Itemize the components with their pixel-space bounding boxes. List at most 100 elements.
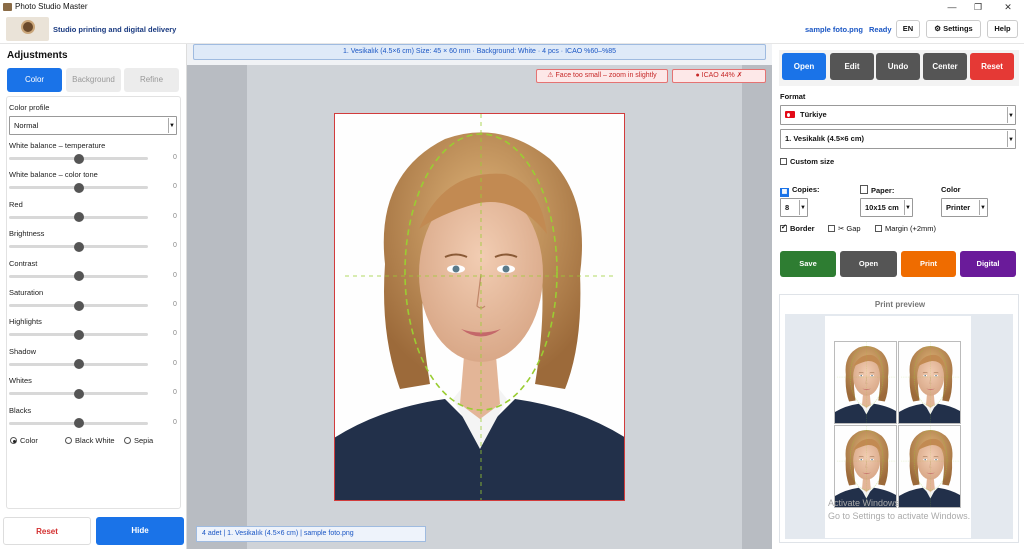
slider-thumb[interactable]	[74, 388, 84, 399]
undo-button[interactable]: Undo	[876, 53, 920, 80]
save-button[interactable]: Save	[780, 251, 836, 277]
radio-icon	[65, 437, 72, 444]
custom-size-label: Custom size	[790, 157, 835, 166]
tab-color[interactable]: Color	[7, 68, 62, 92]
open-button[interactable]: Open	[782, 53, 826, 80]
mode-sepia-label: Sepia	[134, 436, 154, 445]
hide-button[interactable]: Hide	[96, 517, 184, 545]
slider-label: Red	[9, 199, 23, 209]
format-select[interactable]: 1. Vesikalık (4.5×6 cm) ▼	[780, 129, 1016, 149]
app-icon	[3, 3, 12, 11]
slider-thumb[interactable]	[74, 300, 84, 311]
slider-thumb[interactable]	[74, 153, 84, 164]
watermark-line1: Activate Windows	[828, 498, 900, 508]
color-select[interactable]: Printer ▼	[941, 198, 988, 217]
checkbox-icon	[780, 223, 787, 232]
center-button[interactable]: Center	[923, 53, 967, 80]
mode-black-white[interactable]: Black White	[65, 436, 115, 445]
copies-label: ▦ Copies:	[780, 185, 820, 197]
color-value: Printer	[946, 203, 971, 212]
chevron-down-icon: ▼	[1007, 107, 1014, 123]
margin-checkbox[interactable]: Margin (+2mm)	[875, 224, 936, 233]
icao-value: ICAO 44%	[701, 72, 735, 79]
open-file-button[interactable]: Open	[840, 251, 897, 277]
slider-value: 0	[173, 418, 177, 426]
edit-button[interactable]: Edit	[830, 53, 874, 80]
color-profile-select[interactable]: Normal ▼	[9, 116, 177, 135]
file-name: sample foto.png	[805, 25, 863, 34]
print-preview-title: Print preview	[874, 300, 926, 309]
copies-text: Copies:	[792, 185, 820, 194]
portrait-photo[interactable]	[334, 113, 625, 501]
face-size-warning: ⚠ Face too small – zoom in slightly	[536, 69, 668, 83]
copies-select[interactable]: 8 ▼	[780, 198, 808, 217]
slider-value: 0	[173, 359, 177, 367]
checkbox-icon	[780, 158, 787, 165]
slider-value: 0	[173, 330, 177, 338]
portrait-image	[835, 342, 896, 423]
slider-value: 0	[173, 301, 177, 308]
slider-label: Whites	[9, 376, 32, 386]
watermark-line2: Go to Settings to activate Windows.	[828, 511, 971, 521]
format-value: 1. Vesikalık (4.5×6 cm)	[785, 134, 865, 143]
slider-thumb[interactable]	[74, 241, 84, 252]
checkbox-icon	[828, 225, 835, 232]
preview-photo	[834, 341, 897, 424]
turkey-flag-icon	[785, 111, 795, 118]
border-checkbox[interactable]: Border	[780, 223, 815, 233]
slider-label: White balance – color tone	[9, 170, 98, 180]
chevron-down-icon: ▼	[904, 200, 911, 215]
color-label: Color	[941, 185, 961, 194]
country-select[interactable]: Türkiye ▼	[780, 105, 1016, 125]
language-button[interactable]: EN	[896, 20, 920, 38]
slider-value: 0	[173, 271, 177, 279]
paper-value: 10x15 cm	[865, 203, 899, 212]
paper-select[interactable]: 10x15 cm ▼	[860, 198, 913, 217]
tab-refine[interactable]: Refine	[124, 68, 179, 92]
adjust-reset-button[interactable]: Reset	[3, 517, 91, 545]
country-value: Türkiye	[800, 110, 827, 119]
grid-icon: ▦	[780, 188, 789, 197]
format-info-bar: 1. Vesikalık (4.5×6 cm) Size: 45 × 60 mm…	[193, 44, 766, 60]
chevron-down-icon: ▼	[168, 118, 175, 133]
digital-button[interactable]: Digital	[960, 251, 1016, 277]
mode-sepia[interactable]: Sepia	[124, 436, 153, 445]
checkbox-icon	[875, 225, 882, 232]
window-title: Photo Studio Master	[15, 2, 88, 11]
slider-label: Highlights	[9, 317, 42, 327]
maximize-button[interactable]: ❐	[966, 1, 990, 13]
slider-label: Brightness	[9, 229, 45, 239]
close-button[interactable]: ✕	[996, 1, 1020, 13]
print-button[interactable]: Print	[901, 251, 956, 277]
reset-button[interactable]: Reset	[970, 53, 1014, 80]
tab-background[interactable]: Background	[66, 68, 121, 92]
status-text: Ready	[869, 25, 892, 34]
radio-icon	[10, 437, 17, 444]
help-button[interactable]: Help	[987, 20, 1018, 38]
copies-value: 8	[785, 203, 790, 212]
canvas-left-margin	[187, 65, 247, 549]
preview-photo	[898, 425, 961, 508]
slider-value: 0	[173, 183, 177, 191]
portrait-image	[335, 114, 624, 500]
chevron-down-icon: ▼	[1007, 131, 1014, 147]
chevron-down-icon: ▼	[799, 200, 806, 215]
paper-label: Paper:	[860, 185, 894, 195]
slider-label: Saturation	[9, 288, 44, 297]
minimize-button[interactable]: —	[940, 1, 964, 13]
slider-label: White balance – temperature	[9, 141, 106, 150]
slider-label: Blacks	[9, 405, 32, 415]
mode-color[interactable]: Color	[10, 436, 38, 445]
preview-photo	[834, 425, 897, 508]
margin-label: Margin (+2mm)	[885, 224, 937, 233]
color-profile-label: Color profile	[9, 103, 50, 112]
settings-button[interactable]: ⚙ Settings	[926, 20, 981, 38]
gap-label: Gap	[846, 224, 861, 233]
custom-size-checkbox[interactable]: Custom size	[780, 157, 834, 166]
slider-thumb[interactable]	[74, 182, 84, 193]
title-bar: Photo Studio Master — ❐ ✕	[0, 0, 1024, 14]
gap-checkbox[interactable]: ✂ Gap	[828, 224, 861, 233]
slider-label: Shadow	[9, 346, 37, 356]
paper-icon	[860, 185, 868, 194]
slider-thumb[interactable]	[74, 329, 84, 340]
